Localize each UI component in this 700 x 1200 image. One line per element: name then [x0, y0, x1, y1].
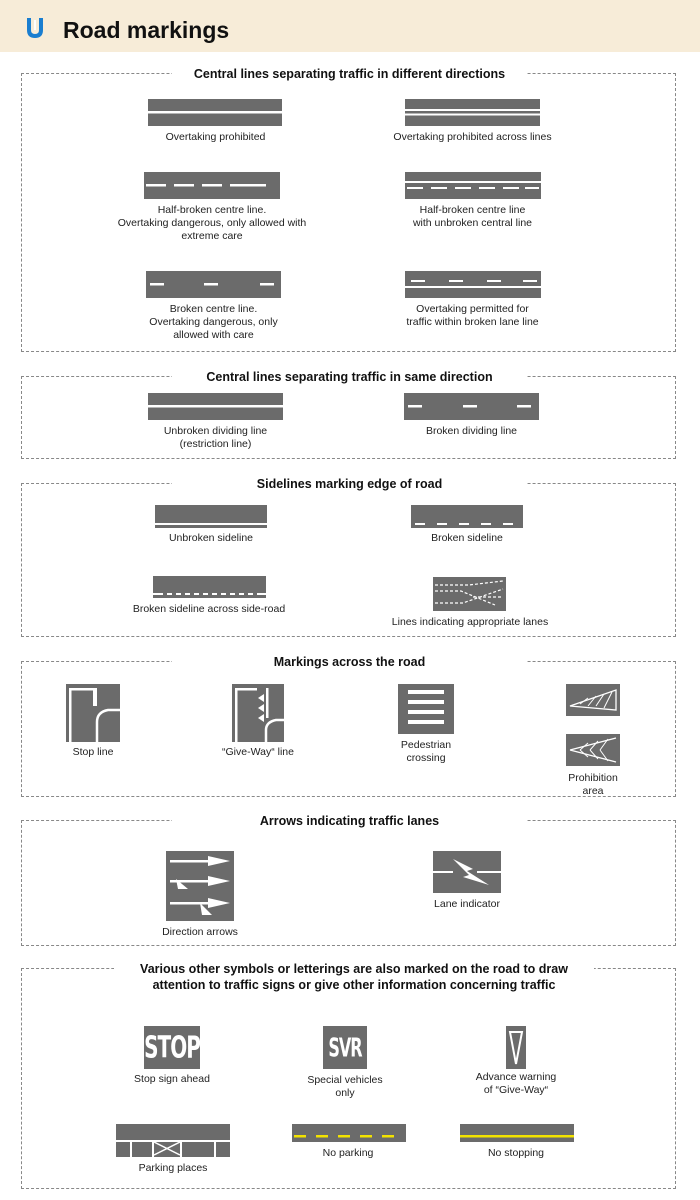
marking-no-parking: No parking — [292, 1124, 406, 1164]
broken-lane-line-image — [405, 271, 541, 298]
broken-centre-line-image — [146, 271, 281, 298]
double-centre-line-image — [405, 99, 540, 126]
section-central-different: Central lines separating traffic in diff… — [21, 66, 676, 352]
marking-broken-dividing: Broken dividing line — [404, 393, 539, 443]
give-way-line-image — [232, 684, 284, 742]
marking-pedestrian-crossing: Pedestrian crossing — [398, 684, 454, 769]
marking-unbroken-dividing: Unbroken dividing line (restriction line… — [148, 393, 283, 453]
caption: Lines indicating appropriate lanes — [391, 616, 549, 628]
prohibition-area-image-2 — [566, 734, 620, 766]
appropriate-lanes-image — [433, 577, 506, 611]
give-way-triangle-image — [506, 1026, 526, 1069]
broken-dividing-line-image — [404, 393, 539, 420]
broken-sideline-across-side-road-image — [153, 576, 266, 598]
caption: No stopping — [487, 1147, 545, 1159]
caption: Half-broken centre line with unbroken ce… — [412, 204, 533, 229]
marking-half-broken: Half-broken centre line. Overtaking dang… — [118, 172, 306, 247]
page-title: Road markings — [63, 17, 230, 43]
caption: Half-broken centre line. Overtaking dang… — [117, 204, 307, 242]
stop-lettering-text: STOP — [144, 1028, 201, 1065]
caption: Unbroken sideline — [168, 532, 254, 544]
section-sidelines: Sidelines marking edge of road Unbroken … — [21, 476, 676, 637]
unbroken-dividing-line-image — [148, 393, 283, 420]
broken-sideline-image — [411, 505, 523, 528]
section-title: Markings across the road — [172, 654, 527, 670]
marking-half-broken-unbroken: Half-broken centre line with unbroken ce… — [405, 172, 541, 232]
marking-appropriate-lanes: Lines indicating appropriate lanes — [392, 577, 548, 632]
svr-lettering-text: SVR — [328, 1032, 362, 1063]
caption: Broken centre line. Overtaking dangerous… — [149, 303, 278, 341]
section-title: Arrows indicating traffic lanes — [172, 813, 527, 829]
lane-indicator-image — [433, 851, 501, 893]
caption: No parking — [322, 1147, 374, 1159]
caption: Broken sideline across side-road — [132, 603, 286, 615]
half-broken-centre-line-image — [144, 172, 280, 199]
marking-broken-sideline-side-road: Broken sideline across side-road — [133, 576, 285, 621]
caption: Special vehicles only — [307, 1074, 383, 1099]
marking-special-vehicles: SVR Special vehicles only — [307, 1026, 383, 1101]
marking-stop-line: Stop line — [66, 684, 120, 764]
marking-overtaking-prohibited-across: Overtaking prohibited across lines — [393, 99, 552, 149]
marking-lane-indicator: Lane indicator — [433, 851, 501, 911]
caption: Parking places — [138, 1162, 208, 1174]
caption: Lane indicator — [434, 898, 500, 910]
caption: Overtaking permitted for traffic within … — [406, 303, 539, 328]
caption: Overtaking prohibited across lines — [393, 131, 552, 143]
caption: Prohibition area — [568, 772, 618, 797]
section-title: Central lines separating traffic in diff… — [172, 66, 527, 82]
section-other: Various other symbols or letterings are … — [21, 961, 676, 1189]
section-title: Central lines separating traffic in same… — [172, 369, 527, 385]
section-arrows: Arrows indicating traffic lanes Directio… — [21, 813, 676, 946]
section-central-same: Central lines separating traffic in same… — [21, 369, 676, 459]
caption: “Give-Way“ line — [222, 746, 294, 758]
section-title: Various other symbols or letterings are … — [114, 961, 594, 993]
marking-advance-give-way: Advance warning of “Give-Way“ — [476, 1026, 556, 1101]
pedestrian-crossing-image — [398, 684, 454, 734]
caption: Direction arrows — [162, 926, 238, 938]
unbroken-centre-line-image — [148, 99, 282, 126]
caption: Broken sideline — [431, 532, 503, 544]
marking-broken-sideline: Broken sideline — [411, 505, 523, 550]
caption: Unbroken dividing line (restriction line… — [163, 425, 268, 450]
marking-parking-places: Parking places — [116, 1124, 230, 1174]
caption: Pedestrian crossing — [400, 739, 452, 764]
marking-broken-centre: Broken centre line. Overtaking dangerous… — [146, 271, 281, 346]
marking-stop-sign-ahead: STOP Stop sign ahead — [134, 1026, 210, 1096]
section-title: Sidelines marking edge of road — [172, 476, 527, 492]
no-stopping-image — [460, 1124, 574, 1142]
marking-overtaking-prohibited: Overtaking prohibited — [148, 99, 283, 149]
caption: Overtaking prohibited — [165, 131, 266, 143]
prohibition-area-image-1 — [566, 684, 620, 716]
direction-arrows-image — [166, 851, 234, 921]
unbroken-sideline-image — [155, 505, 267, 528]
marking-unbroken-sideline: Unbroken sideline — [155, 505, 267, 550]
caption: Advance warning of “Give-Way“ — [475, 1071, 557, 1096]
stop-line-image — [66, 684, 120, 742]
caption: Broken dividing line — [425, 425, 518, 437]
no-parking-image — [292, 1124, 406, 1142]
half-broken-with-unbroken-line-image — [405, 172, 541, 199]
marking-prohibition-area: Prohibition area — [566, 684, 620, 797]
caption: Stop line — [72, 746, 114, 758]
page-header: Road markings — [0, 0, 700, 52]
caption: Stop sign ahead — [134, 1073, 210, 1085]
marking-overtaking-permitted: Overtaking permitted for traffic within … — [405, 271, 541, 331]
marking-give-way-line: “Give-Way“ line — [222, 684, 294, 764]
parking-places-image — [116, 1124, 230, 1157]
marking-no-stopping: No stopping — [460, 1124, 574, 1164]
blue-road-logo-icon — [27, 18, 43, 38]
section-across: Markings across the road Stop line “Give… — [21, 654, 676, 797]
marking-direction-arrows: Direction arrows — [162, 851, 238, 943]
